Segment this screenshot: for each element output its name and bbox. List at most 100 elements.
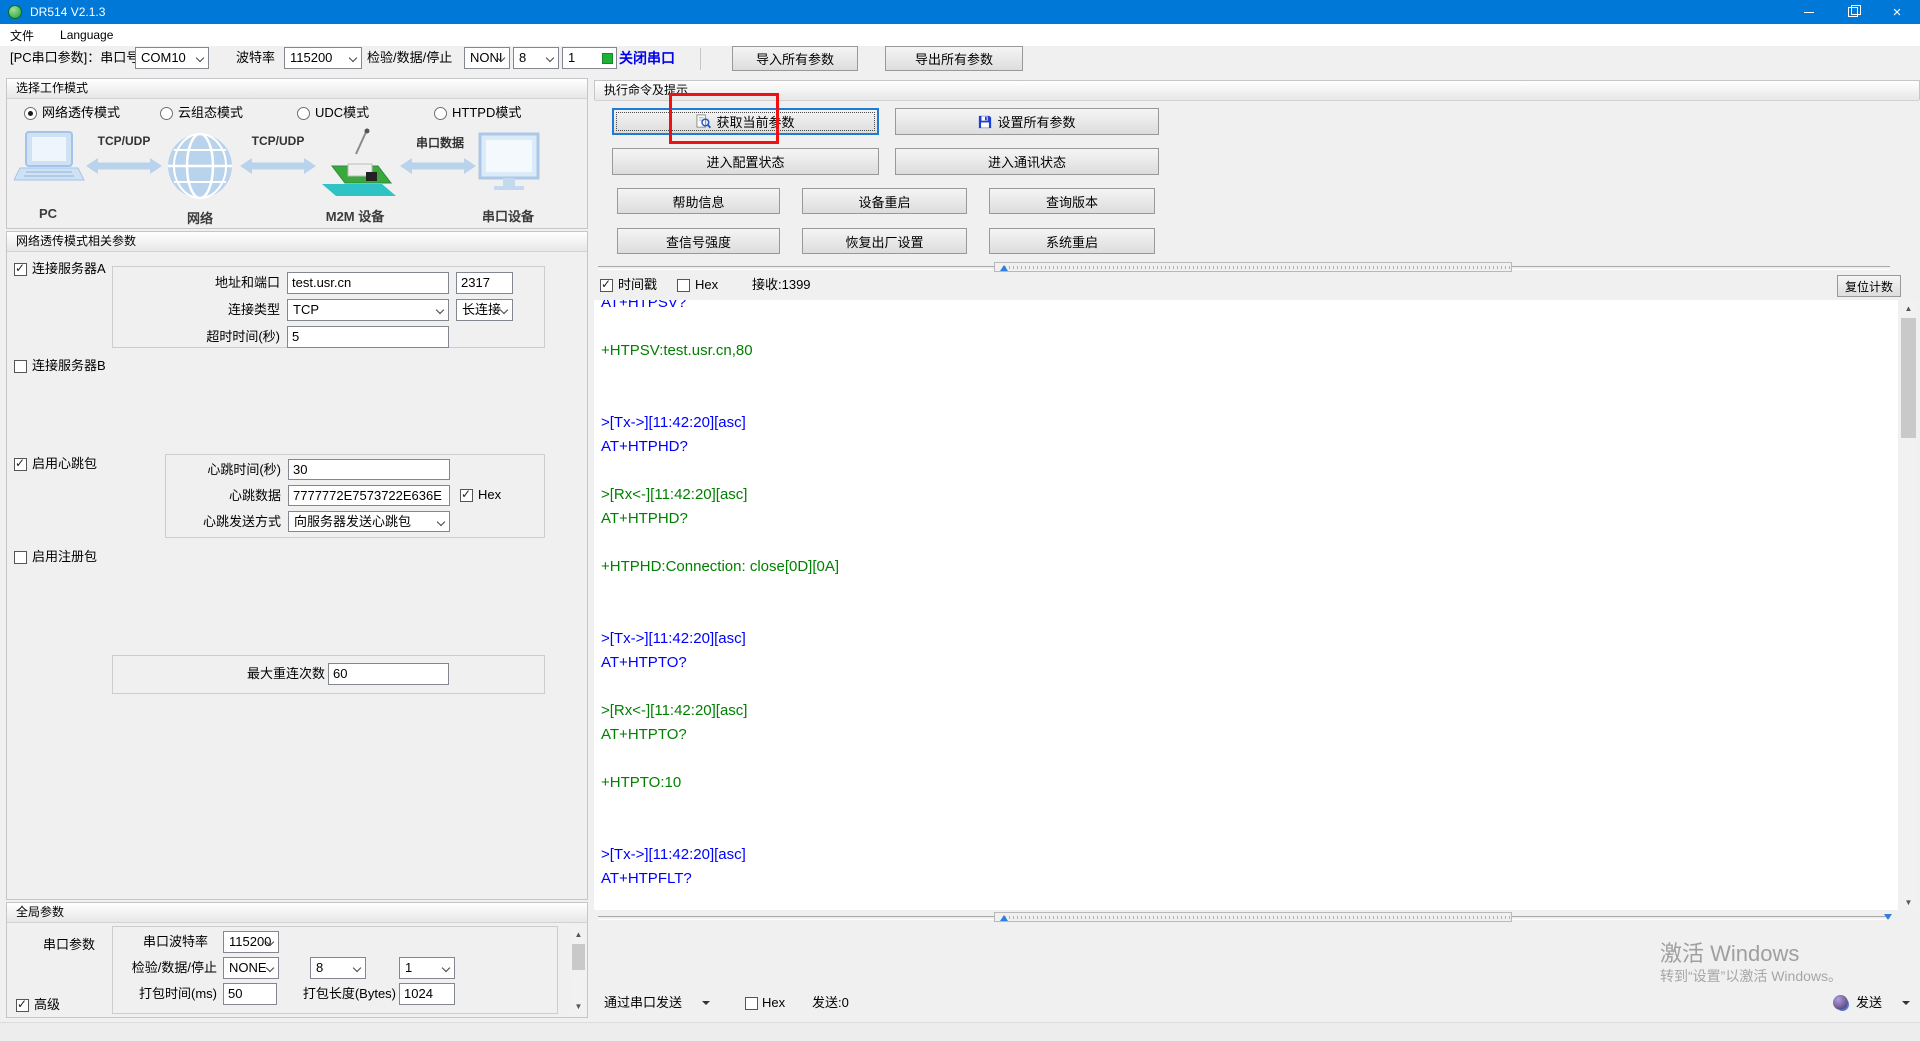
radio-net-transparent-label: 网络透传模式 xyxy=(42,102,120,124)
scroll-thumb[interactable] xyxy=(572,944,585,970)
pack-len-input[interactable]: 1024 xyxy=(399,983,455,1005)
radio-cloud-mode[interactable] xyxy=(160,107,173,120)
heartbeat-mode-label: 心跳发送方式 xyxy=(171,511,281,533)
heartbeat-checkbox[interactable] xyxy=(14,458,27,471)
set-all-params-button[interactable]: 设置所有参数 xyxy=(895,108,1159,135)
pack-time-input[interactable]: 50 xyxy=(223,983,277,1005)
reset-counter-button[interactable]: 复位计数 xyxy=(1837,275,1901,297)
serial-params-label: 串口参数 xyxy=(43,934,95,956)
sent-count: 发送:0 xyxy=(812,992,849,1014)
server-b-checkbox[interactable] xyxy=(14,360,27,373)
splitter-arrow-icon xyxy=(1000,265,1008,271)
send-hex-checkbox[interactable] xyxy=(745,997,758,1010)
databits-select[interactable]: 8 xyxy=(513,47,559,69)
server-a-port-input[interactable]: 2317 xyxy=(456,272,513,294)
toolbar-separator xyxy=(700,48,701,70)
heartbeat-label: 启用心跳包 xyxy=(32,453,97,475)
pack-len-label: 打包长度(Bytes) xyxy=(300,983,396,1005)
scroll-down-icon[interactable]: ▼ xyxy=(570,998,587,1014)
enter-config-state-button[interactable]: 进入配置状态 xyxy=(612,148,879,175)
enter-comm-state-button[interactable]: 进入通讯状态 xyxy=(895,148,1159,175)
node-label-network: 网络 xyxy=(187,208,213,227)
log-line: >[Rx<-][11:42:20][asc] xyxy=(601,699,1898,723)
chevron-down-icon xyxy=(349,54,357,62)
parity-select[interactable]: NONI xyxy=(464,47,510,69)
log-bottom-splitter-thumb[interactable] xyxy=(994,912,1512,922)
heartbeat-data-input[interactable]: 7777772E7573722E636E xyxy=(288,485,450,506)
log-scrollbar[interactable]: ▲ ▼ xyxy=(1899,300,1918,910)
arrow-icon xyxy=(86,158,162,174)
log-line xyxy=(601,387,1898,411)
link-label-serial-data: 串口数据 xyxy=(416,134,464,151)
heartbeat-data-label: 心跳数据 xyxy=(171,485,281,507)
conn-type-select[interactable]: TCP xyxy=(287,299,449,321)
log-top-splitter-thumb[interactable] xyxy=(994,262,1512,272)
help-info-button[interactable]: 帮助信息 xyxy=(617,188,780,214)
restore-button[interactable] xyxy=(1830,0,1875,24)
scroll-thumb[interactable] xyxy=(1901,318,1916,438)
radio-httpd-mode[interactable] xyxy=(434,107,447,120)
log-line: AT+HTPHD? xyxy=(601,507,1898,531)
global-stopbits-select[interactable]: 1 xyxy=(399,957,455,979)
reconnect-input[interactable]: 60 xyxy=(328,663,449,685)
link-label-tcpudp-1: TCP/UDP xyxy=(98,134,151,148)
log-line: AT+HTPTO? xyxy=(601,651,1898,675)
log-line: >[Rx<-][11:42:20][asc] xyxy=(601,483,1898,507)
log-line: AT+HTPSV? xyxy=(601,300,1898,315)
pc-icon xyxy=(14,132,84,180)
menu-language[interactable]: Language xyxy=(60,28,113,42)
heartbeat-mode-select[interactable]: 向服务器发送心跳包 xyxy=(288,511,450,532)
chevron-down-icon[interactable] xyxy=(1902,1001,1910,1005)
server-a-address-input[interactable]: test.usr.cn xyxy=(287,272,449,294)
log-line: +HTPSV:test.usr.cn,80 xyxy=(601,339,1898,363)
global-scrollbar[interactable]: ▲ ▼ xyxy=(570,926,587,1014)
app-window: { "window": { "title": "DR514 V2.1.3", "… xyxy=(0,0,1920,1040)
query-version-button[interactable]: 查询版本 xyxy=(989,188,1155,214)
query-signal-button[interactable]: 查信号强度 xyxy=(617,228,780,254)
close-button[interactable]: × xyxy=(1874,0,1920,24)
baud-select[interactable]: 115200 xyxy=(284,47,362,69)
server-a-checkbox[interactable] xyxy=(14,263,27,276)
heartbeat-time-input[interactable]: 30 xyxy=(288,459,450,480)
radio-udc-mode[interactable] xyxy=(297,107,310,120)
send-via-serial-button[interactable]: 通过串口发送 xyxy=(604,992,682,1014)
device-restart-button[interactable]: 设备重启 xyxy=(802,188,967,214)
import-all-params-button[interactable]: 导入所有参数 xyxy=(732,46,858,71)
splitter-arrow-down-icon xyxy=(1884,914,1892,920)
factory-reset-button[interactable]: 恢复出厂设置 xyxy=(802,228,967,254)
global-databits-select[interactable]: 8 xyxy=(310,957,366,979)
com-port-select[interactable]: COM10 xyxy=(135,47,209,69)
radio-net-transparent-mode[interactable] xyxy=(24,107,37,120)
global-baud-select[interactable]: 115200 xyxy=(223,931,279,953)
log-line xyxy=(601,819,1898,843)
minimize-button[interactable] xyxy=(1786,0,1831,24)
close-serial-button[interactable]: 关闭串口 xyxy=(619,47,675,69)
scroll-up-icon[interactable]: ▲ xyxy=(1899,300,1918,316)
export-all-params-button[interactable]: 导出所有参数 xyxy=(885,46,1023,71)
menu-file[interactable]: 文件 xyxy=(10,27,34,44)
advanced-checkbox[interactable] xyxy=(16,999,29,1012)
log-output[interactable]: AT+HTPSV? +HTPSV:test.usr.cn,80 >[Tx->][… xyxy=(594,300,1898,910)
link-label-tcpudp-2: TCP/UDP xyxy=(252,134,305,148)
work-mode-header: 选择工作模式 xyxy=(7,79,587,99)
log-line: >[Tx->][11:42:20][asc] xyxy=(601,843,1898,867)
scroll-up-icon[interactable]: ▲ xyxy=(570,926,587,942)
restore-icon xyxy=(1848,7,1858,17)
scroll-down-icon[interactable]: ▼ xyxy=(1899,894,1918,910)
node-label-pc: PC xyxy=(39,206,57,221)
radio-httpd-label: HTTPD模式 xyxy=(452,102,521,124)
timeout-input[interactable]: 5 xyxy=(287,326,449,348)
send-button[interactable]: 发送 xyxy=(1856,992,1882,1014)
cmd-panel-group: 执行命令及提示 xyxy=(594,80,1920,100)
log-hex-checkbox[interactable] xyxy=(677,279,690,292)
global-parity-select[interactable]: NONE xyxy=(223,957,279,979)
chevron-down-icon[interactable] xyxy=(702,1001,710,1005)
log-line xyxy=(601,363,1898,387)
chevron-down-icon xyxy=(546,54,554,62)
register-checkbox[interactable] xyxy=(14,551,27,564)
cmd-panel-header: 执行命令及提示 xyxy=(595,81,1919,101)
timestamp-checkbox[interactable] xyxy=(600,279,613,292)
conn-mode-select[interactable]: 长连接 xyxy=(456,299,513,321)
system-restart-button[interactable]: 系统重启 xyxy=(989,228,1155,254)
heartbeat-hex-checkbox[interactable] xyxy=(460,489,473,502)
